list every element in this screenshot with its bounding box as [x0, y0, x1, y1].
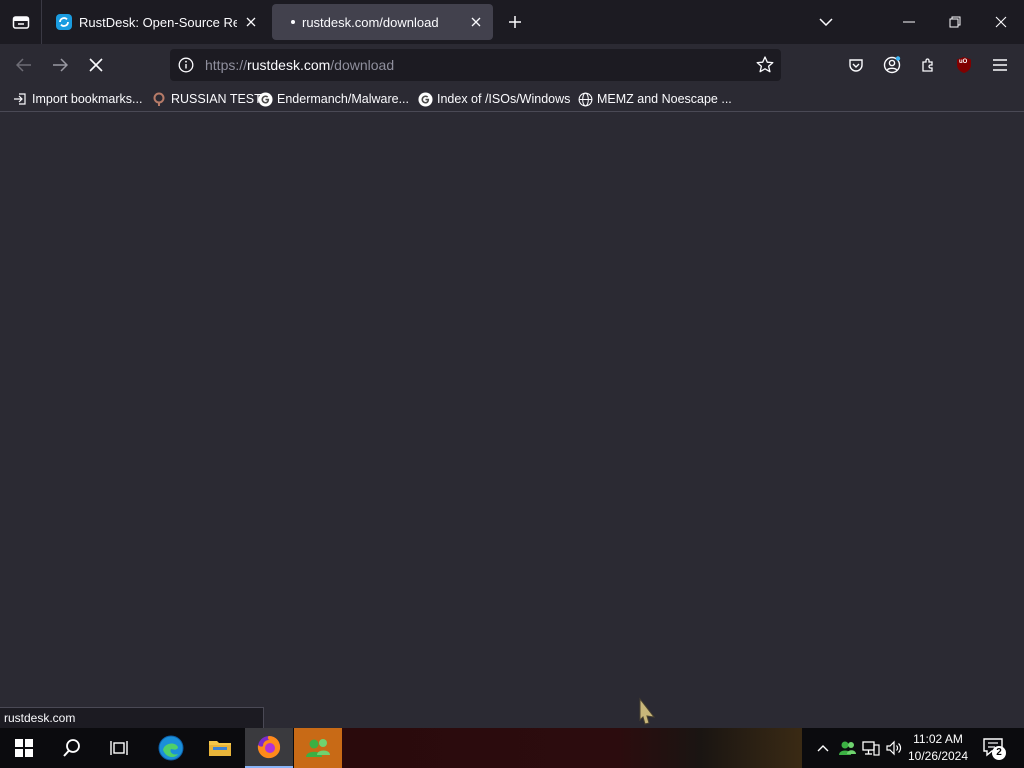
tab-close-button[interactable]	[242, 13, 260, 31]
status-panel: rustdesk.com	[0, 707, 264, 728]
chevron-down-icon	[819, 18, 833, 26]
loading-dot-icon	[291, 20, 295, 24]
bookmarks-toolbar: Import bookmarks... RUSSIAN TEST Enderma…	[0, 86, 1024, 112]
taskbar-file-explorer[interactable]	[196, 728, 244, 768]
plus-icon	[509, 16, 521, 28]
screen: RustDesk: Open-Source Remote rustdesk.co…	[0, 0, 1024, 768]
bookmark-label: Endermanch/Malware...	[277, 92, 410, 106]
users-icon	[306, 739, 330, 757]
restore-button[interactable]	[932, 0, 978, 44]
tray-volume[interactable]	[883, 728, 905, 768]
edge-icon	[158, 735, 184, 761]
stop-loading-button[interactable]	[81, 50, 111, 80]
ublock-origin-button[interactable]: uO	[952, 53, 976, 77]
ublock-label: uO	[959, 59, 968, 65]
show-hidden-icons-button[interactable]	[812, 728, 834, 768]
arrow-left-icon	[16, 58, 31, 72]
tab-title: RustDesk: Open-Source Remote	[79, 14, 237, 30]
globe-icon	[577, 91, 593, 107]
tray-network[interactable]	[860, 728, 882, 768]
back-button[interactable]	[9, 50, 39, 80]
pocket-icon	[849, 59, 863, 72]
app-menu-button[interactable]	[988, 53, 1012, 77]
account-button[interactable]	[880, 53, 904, 77]
ring-icon	[151, 91, 167, 107]
url-scheme: https://	[205, 57, 248, 73]
url-text[interactable]: https://rustdesk.com/download	[205, 57, 394, 73]
firefox-icon	[257, 736, 281, 759]
search-icon	[63, 739, 80, 757]
bookmark-memz[interactable]: MEMZ and Noescape ...	[577, 89, 732, 109]
firefox-view-icon	[12, 16, 29, 29]
rustdesk-favicon-icon	[56, 14, 72, 30]
tray-user-app[interactable]	[836, 728, 858, 768]
navigation-toolbar: https://rustdesk.com/download uO	[0, 44, 1024, 86]
chevron-up-icon	[817, 745, 829, 752]
bookmark-label: Index of /ISOs/Windows	[437, 92, 571, 106]
pocket-button[interactable]	[844, 53, 868, 77]
close-icon	[471, 17, 481, 27]
task-view-button[interactable]	[96, 728, 144, 768]
minimize-icon	[903, 21, 915, 23]
windows-logo-icon	[15, 739, 33, 757]
taskbar-edge[interactable]	[147, 728, 195, 768]
bookmark-russian-test[interactable]: RUSSIAN TEST	[151, 89, 262, 109]
stop-icon	[89, 58, 103, 72]
extensions-button[interactable]	[916, 53, 940, 77]
arrow-right-icon	[53, 58, 68, 72]
desktop-cursor-icon	[639, 697, 656, 725]
search-button[interactable]	[48, 728, 96, 768]
account-icon	[883, 56, 901, 74]
taskbar: 11:02 AM 10/26/2024 2	[0, 728, 1024, 768]
network-icon	[862, 741, 880, 756]
volume-icon	[886, 740, 902, 756]
folder-icon	[209, 741, 231, 756]
site-info-icon[interactable]	[178, 57, 194, 73]
close-icon	[246, 17, 256, 27]
firefox-view-button[interactable]	[0, 0, 42, 44]
notification-count-badge: 2	[992, 746, 1006, 760]
start-button[interactable]	[0, 728, 48, 768]
bookmark-label: MEMZ and Noescape ...	[597, 92, 732, 106]
new-tab-button[interactable]	[504, 11, 526, 33]
taskbar-firefox[interactable]	[245, 728, 293, 768]
google-icon	[257, 91, 273, 107]
bookmark-label: RUSSIAN TEST	[171, 92, 262, 106]
bookmark-isos-windows[interactable]: Index of /ISOs/Windows	[417, 89, 570, 109]
taskbar-clock[interactable]: 11:02 AM 10/26/2024	[905, 731, 971, 765]
tab-strip: RustDesk: Open-Source Remote rustdesk.co…	[0, 0, 1024, 44]
close-icon	[995, 16, 1007, 28]
forward-button[interactable]	[45, 50, 75, 80]
address-bar[interactable]: https://rustdesk.com/download	[170, 49, 781, 81]
task-view-icon	[110, 741, 128, 755]
tab-rustdesk-home[interactable]: RustDesk: Open-Source Remote	[46, 4, 268, 40]
minimize-button[interactable]	[886, 0, 932, 44]
clock-date: 10/26/2024	[907, 749, 969, 763]
close-window-button[interactable]	[978, 0, 1024, 44]
puzzle-icon	[922, 58, 933, 72]
tab-close-button[interactable]	[467, 13, 485, 31]
taskbar-app-people[interactable]	[294, 728, 342, 768]
url-host: rustdesk.com	[247, 57, 331, 73]
restore-icon	[949, 16, 961, 28]
clock-time: 11:02 AM	[913, 732, 963, 746]
tab-rustdesk-download[interactable]: rustdesk.com/download	[272, 4, 493, 40]
taskbar-background	[342, 728, 802, 768]
bookmark-endermanch[interactable]: Endermanch/Malware...	[257, 89, 409, 109]
list-all-tabs-button[interactable]	[803, 0, 849, 44]
bookmark-star-icon[interactable]	[755, 55, 775, 75]
hamburger-menu-icon	[993, 59, 1007, 71]
tab-title: rustdesk.com/download	[302, 14, 439, 30]
bookmark-import[interactable]: Import bookmarks...	[12, 89, 142, 109]
import-icon	[12, 91, 28, 107]
page-content[interactable]	[0, 113, 1024, 728]
url-path: /download	[330, 57, 395, 73]
bookmark-label: Import bookmarks...	[32, 92, 143, 106]
users-icon	[839, 741, 856, 755]
google-icon	[417, 91, 433, 107]
